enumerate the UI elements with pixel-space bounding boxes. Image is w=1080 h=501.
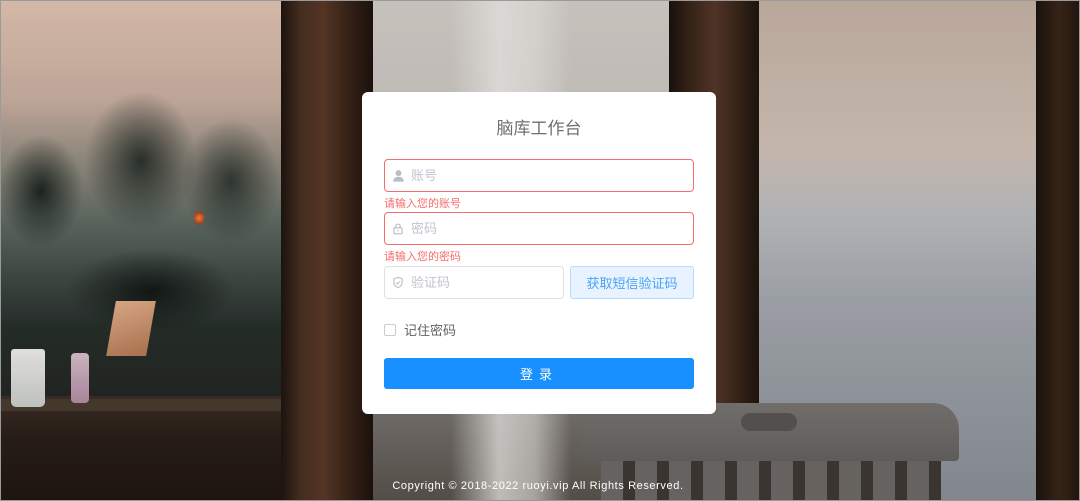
sms-code-field[interactable] <box>384 266 564 299</box>
login-button[interactable]: 登录 <box>384 358 694 389</box>
checkbox-box[interactable] <box>384 323 396 336</box>
get-sms-code-button[interactable]: 获取短信验证码 <box>570 266 694 299</box>
password-field[interactable] <box>384 212 694 245</box>
user-icon <box>385 160 411 191</box>
username-error: 请输入您的账号 <box>384 198 461 210</box>
sms-code-input[interactable] <box>411 267 563 298</box>
login-title: 脑库工作台 <box>496 119 582 138</box>
shield-icon <box>385 267 411 298</box>
remember-password-label: 记住密码 <box>404 323 457 338</box>
password-input[interactable] <box>411 213 693 244</box>
remember-password-checkbox[interactable]: 记住密码 <box>384 320 456 339</box>
lock-icon <box>385 213 411 244</box>
login-page: 脑库工作台 请输入您的账号 请输入您的密码 <box>0 0 1080 501</box>
username-input[interactable] <box>411 160 693 191</box>
username-field[interactable] <box>384 159 694 192</box>
footer-copyright: Copyright © 2018-2022 ruoyi.vip All Righ… <box>392 480 684 492</box>
password-error: 请输入您的密码 <box>384 251 461 263</box>
login-card: 脑库工作台 请输入您的账号 请输入您的密码 <box>362 92 716 414</box>
